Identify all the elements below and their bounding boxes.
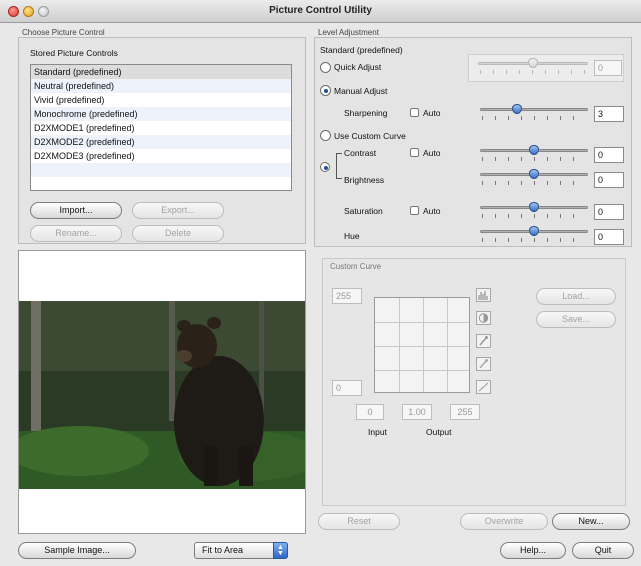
save-curve-button[interactable]: Save... <box>536 311 616 328</box>
gamma-value[interactable]: 1.00 <box>402 404 432 420</box>
hue-value[interactable]: 0 <box>594 229 624 245</box>
bear-photo <box>19 251 305 533</box>
brightness-ticks <box>482 181 586 185</box>
curve-editor-grid[interactable] <box>374 297 470 393</box>
input-label: Input <box>368 427 387 437</box>
contrast-circle-icon[interactable] <box>476 311 491 325</box>
output-label: Output <box>426 427 452 437</box>
sharpening-track <box>480 108 588 111</box>
list-item[interactable]: D2XMODE3 (predefined) <box>31 149 291 163</box>
quit-button[interactable]: Quit <box>572 542 634 559</box>
import-button[interactable]: Import... <box>30 202 122 219</box>
gray-point-eyedropper-icon[interactable] <box>476 357 491 371</box>
rename-button[interactable]: Rename... <box>30 225 122 242</box>
brightness-label: Brightness <box>344 175 385 185</box>
contrast-brightness-bracket <box>336 153 342 179</box>
list-item[interactable]: Monochrome (predefined) <box>31 107 291 121</box>
list-item[interactable]: D2XMODE2 (predefined) <box>31 135 291 149</box>
stored-controls-label: Stored Picture Controls <box>30 48 118 58</box>
contrast-brightness-link-radio[interactable] <box>320 162 330 172</box>
contrast-ticks <box>482 157 586 161</box>
delete-button[interactable]: Delete <box>132 225 224 242</box>
histogram-icon[interactable] <box>476 288 491 302</box>
title-bar[interactable]: Picture Control Utility <box>0 0 641 23</box>
list-item-empty <box>31 163 291 177</box>
white-point-eyedropper-icon[interactable] <box>476 380 491 394</box>
sharpening-auto-label: Auto <box>423 108 441 118</box>
quick-adjust-radio[interactable] <box>320 62 331 73</box>
quick-adjust-value[interactable]: 0 <box>594 60 622 76</box>
app-window: Picture Control Utility Choose Picture C… <box>0 0 641 566</box>
fit-to-area-select[interactable]: Fit to Area ▲ ▼ <box>194 542 288 559</box>
reset-button[interactable]: Reset <box>318 513 400 530</box>
custom-curve-label: Custom Curve <box>330 262 382 271</box>
export-button[interactable]: Export... <box>132 202 224 219</box>
contrast-label: Contrast <box>344 148 377 158</box>
use-custom-curve-label: Use Custom Curve <box>334 131 406 141</box>
list-item[interactable]: Standard (predefined) <box>31 65 291 79</box>
overwrite-button[interactable]: Overwrite <box>460 513 548 530</box>
stored-controls-list[interactable]: Standard (predefined) Neutral (predefine… <box>30 64 292 191</box>
contrast-auto-checkbox[interactable] <box>410 148 419 157</box>
black-point-eyedropper-icon[interactable] <box>476 334 491 348</box>
output-max-value[interactable]: 255 <box>332 288 362 304</box>
contrast-auto-label: Auto <box>423 148 441 158</box>
help-button[interactable]: Help... <box>500 542 566 559</box>
sample-image-button[interactable]: Sample Image... <box>18 542 136 559</box>
manual-adjust-radio[interactable] <box>320 85 331 96</box>
list-item[interactable]: Vivid (predefined) <box>31 93 291 107</box>
sharpening-auto-checkbox[interactable] <box>410 108 419 117</box>
sample-image-preview <box>18 250 306 534</box>
saturation-ticks <box>482 214 586 218</box>
choose-section-label: Choose Picture Control <box>22 28 105 37</box>
brightness-value[interactable]: 0 <box>594 172 624 188</box>
use-custom-curve-radio[interactable] <box>320 130 331 141</box>
load-curve-button[interactable]: Load... <box>536 288 616 305</box>
output-min-value[interactable]: 0 <box>332 380 362 396</box>
saturation-value[interactable]: 0 <box>594 204 624 220</box>
contrast-value[interactable]: 0 <box>594 147 624 163</box>
new-button[interactable]: New... <box>552 513 630 530</box>
sharpening-ticks <box>482 116 586 120</box>
input-high-value[interactable]: 255 <box>450 404 480 420</box>
select-arrows-icon: ▲ ▼ <box>273 542 288 559</box>
saturation-auto-checkbox[interactable] <box>410 206 419 215</box>
input-low-value[interactable]: 0 <box>356 404 384 420</box>
fit-select-value: Fit to Area <box>202 545 244 555</box>
sharpening-value[interactable]: 3 <box>594 106 624 122</box>
list-item[interactable]: D2XMODE1 (predefined) <box>31 121 291 135</box>
saturation-auto-label: Auto <box>423 206 441 216</box>
quick-adjust-label: Quick Adjust <box>334 62 382 72</box>
quick-adjust-ticks <box>480 70 586 74</box>
hue-ticks <box>482 238 586 242</box>
manual-adjust-label: Manual Adjust <box>334 86 388 96</box>
window-title: Picture Control Utility <box>269 5 372 16</box>
saturation-label: Saturation <box>344 206 383 216</box>
level-section-label: Level Adjustment <box>318 28 379 37</box>
list-item[interactable]: Neutral (predefined) <box>31 79 291 93</box>
hue-label: Hue <box>344 231 360 241</box>
sharpening-label: Sharpening <box>344 108 388 118</box>
current-control-name: Standard (predefined) <box>320 45 403 55</box>
